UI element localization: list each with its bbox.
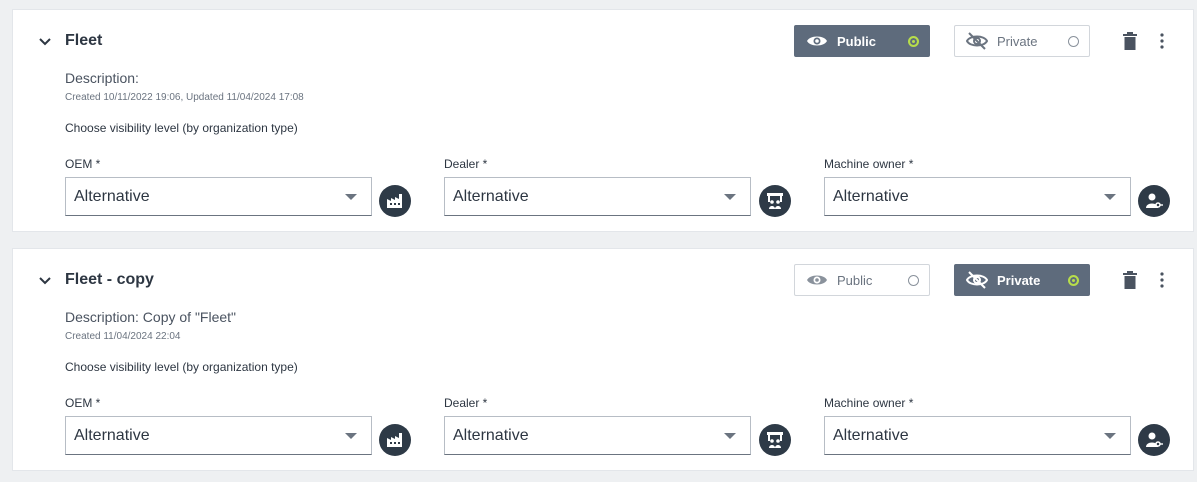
eye-off-icon [965,32,989,50]
private-label: Private [997,272,1041,288]
visibility-card: Fleet Public Private Description: Create… [12,9,1194,232]
created-timestamp: Created 10/11/2022 19:06, Updated 11/04/… [65,92,304,103]
eye-off-icon [965,271,989,289]
visibility-level-label: Choose visibility level (by organization… [65,360,298,374]
eye-icon [805,32,829,50]
machine-owner-select-value: Alternative [833,426,909,444]
caret-down-icon [1104,433,1116,439]
machine-owner-label: Machine owner * [824,157,914,171]
more-vertical-icon[interactable] [1158,33,1166,49]
private-label: Private [997,33,1038,49]
oem-select[interactable]: Alternative [65,177,372,216]
description: Description: [65,70,139,86]
visibility-card: Fleet - copy Public Private Description:… [12,248,1194,471]
dealer-select-value: Alternative [453,187,529,205]
public-radio [908,35,919,47]
trash-icon[interactable] [1123,271,1137,289]
created-timestamp: Created 11/04/2024 22:04 [65,331,181,342]
public-button[interactable]: Public [794,264,930,296]
private-radio [1068,35,1079,47]
chevron-down-icon[interactable] [37,273,53,289]
public-radio [908,274,919,286]
trash-icon[interactable] [1123,32,1137,50]
caret-down-icon [724,433,736,439]
caret-down-icon [724,194,736,200]
card-title: Fleet - copy [65,271,154,288]
public-label: Public [837,272,873,288]
public-button[interactable]: Public [794,25,930,57]
factory-icon [379,424,411,456]
chevron-down-icon[interactable] [37,34,53,50]
dealer-label: Dealer * [444,157,488,171]
dealer-icon [759,185,791,217]
card-title: Fleet [65,32,103,49]
oem-label: OEM * [65,157,101,171]
machine-owner-select[interactable]: Alternative [824,177,1131,216]
private-button[interactable]: Private [954,264,1090,296]
dealer-select-value: Alternative [453,426,529,444]
private-button[interactable]: Private [954,25,1090,57]
factory-icon [379,185,411,217]
dealer-icon [759,424,791,456]
eye-icon [805,271,829,289]
oem-select-value: Alternative [74,426,150,444]
public-label: Public [837,33,877,49]
person-key-icon [1138,424,1170,456]
machine-owner-select[interactable]: Alternative [824,416,1131,455]
dealer-label: Dealer * [444,396,488,410]
caret-down-icon [1104,194,1116,200]
caret-down-icon [345,433,357,439]
more-vertical-icon[interactable] [1158,272,1166,288]
oem-select[interactable]: Alternative [65,416,372,455]
machine-owner-label: Machine owner * [824,396,914,410]
description: Description: Copy of "Fleet" [65,309,237,325]
person-key-icon [1138,185,1170,217]
machine-owner-select-value: Alternative [833,187,909,205]
dealer-select[interactable]: Alternative [444,177,751,216]
private-radio [1068,274,1079,286]
caret-down-icon [345,194,357,200]
visibility-level-label: Choose visibility level (by organization… [65,121,298,135]
oem-select-value: Alternative [74,187,150,205]
oem-label: OEM * [65,396,101,410]
dealer-select[interactable]: Alternative [444,416,751,455]
